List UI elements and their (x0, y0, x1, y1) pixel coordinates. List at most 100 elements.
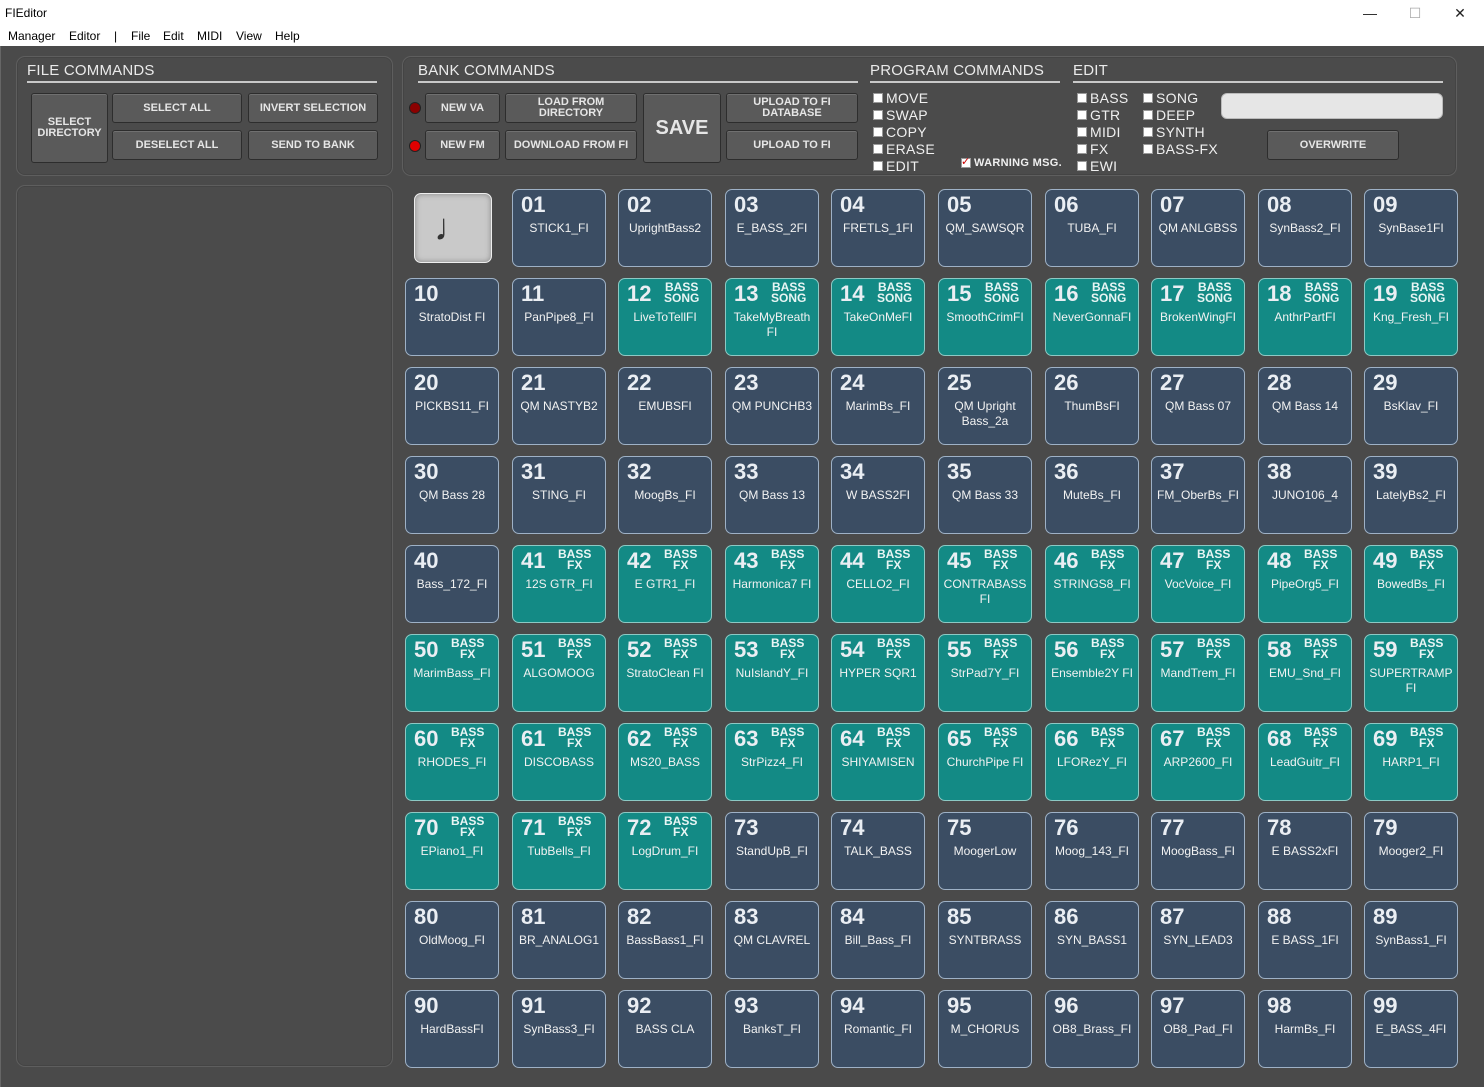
edit-fx-checkbox[interactable]: FX (1077, 141, 1109, 157)
maximize-icon[interactable]: ☐ (1392, 0, 1438, 26)
program-slot-87[interactable]: 87 SYN_LEAD3 (1151, 901, 1245, 979)
program-slot-38[interactable]: 38 JUNO106_4 (1258, 456, 1352, 534)
program-slot-11[interactable]: 11 PanPipe8_FI (512, 278, 606, 356)
new-va-button[interactable]: NEW VA (425, 93, 500, 123)
checkbox-icon[interactable] (1143, 127, 1153, 137)
program-slot-18[interactable]: 18 BASS SONG AnthrPartFI (1258, 278, 1352, 356)
select-all-button[interactable]: SELECT ALL (112, 93, 242, 123)
program-slot-69[interactable]: 69 BASS FX HARP1_FI (1364, 723, 1458, 801)
program-slot-12[interactable]: 12 BASS SONG LiveToTellFI (618, 278, 712, 356)
program-slot-88[interactable]: 88 E BASS_1FI (1258, 901, 1352, 979)
checkbox-icon[interactable] (1143, 93, 1153, 103)
program-slot-23[interactable]: 23 QM PUNCHB3 (725, 367, 819, 445)
program-slot-97[interactable]: 97 OB8_Pad_FI (1151, 990, 1245, 1068)
edit-name-input[interactable] (1221, 93, 1443, 119)
program-slot-13[interactable]: 13 BASS SONG TakeMyBreath FI (725, 278, 819, 356)
program-slot-40[interactable]: 40 Bass_172_FI (405, 545, 499, 623)
upload-to-fi-button[interactable]: UPLOAD TO FI (726, 130, 858, 160)
program-slot-81[interactable]: 81 BR_ANALOG1 (512, 901, 606, 979)
program-slot-39[interactable]: 39 LatelyBs2_FI (1364, 456, 1458, 534)
program-slot-32[interactable]: 32 MoogBs_FI (618, 456, 712, 534)
deselect-all-button[interactable]: DESELECT ALL (112, 130, 242, 160)
checkbox-icon[interactable] (1077, 144, 1087, 154)
checkbox-icon[interactable] (1077, 161, 1087, 171)
program-slot-80[interactable]: 80 OldMoog_FI (405, 901, 499, 979)
program-slot-46[interactable]: 46 BASS FX STRINGS8_FI (1045, 545, 1139, 623)
program-slot-55[interactable]: 55 BASS FX StrPad7Y_FI (938, 634, 1032, 712)
program-edit-checkbox[interactable]: EDIT (873, 158, 919, 174)
program-slot-15[interactable]: 15 BASS SONG SmoothCrimFI (938, 278, 1032, 356)
program-slot-51[interactable]: 51 BASS FX ALGOMOOG (512, 634, 606, 712)
program-slot-84[interactable]: 84 Bill_Bass_FI (831, 901, 925, 979)
program-slot-54[interactable]: 54 BASS FX HYPER SQR1 (831, 634, 925, 712)
checkbox-icon[interactable] (873, 110, 883, 120)
program-slot-47[interactable]: 47 BASS FX VocVoice_FI (1151, 545, 1245, 623)
program-slot-21[interactable]: 21 QM NASTYB2 (512, 367, 606, 445)
program-slot-20[interactable]: 20 PICKBS11_FI (405, 367, 499, 445)
menu-midi[interactable]: MIDI (197, 29, 222, 43)
checkbox-icon[interactable] (1143, 144, 1153, 154)
program-slot-16[interactable]: 16 BASS SONG NeverGonnaFI (1045, 278, 1139, 356)
program-slot-98[interactable]: 98 HarmBs_FI (1258, 990, 1352, 1068)
program-slot-65[interactable]: 65 BASS FX ChurchPipe FI (938, 723, 1032, 801)
program-slot-66[interactable]: 66 BASS FX LFORezY_FI (1045, 723, 1139, 801)
program-slot-90[interactable]: 90 HardBassFI (405, 990, 499, 1068)
warning-check-icon[interactable] (961, 155, 971, 168)
program-slot-17[interactable]: 17 BASS SONG BrokenWingFI (1151, 278, 1245, 356)
program-erase-checkbox[interactable]: ERASE (873, 141, 935, 157)
program-slot-27[interactable]: 27 QM Bass 07 (1151, 367, 1245, 445)
menu-help[interactable]: Help (275, 29, 300, 43)
download-from-fi-button[interactable]: DOWNLOAD FROM FI (505, 130, 637, 160)
program-slot-93[interactable]: 93 BanksT_FI (725, 990, 819, 1068)
checkbox-icon[interactable] (1143, 110, 1153, 120)
program-slot-19[interactable]: 19 BASS SONG Kng_Fresh_FI (1364, 278, 1458, 356)
checkbox-icon[interactable] (1077, 127, 1087, 137)
program-slot-56[interactable]: 56 BASS FX Ensemble2Y FI (1045, 634, 1139, 712)
overwrite-button[interactable]: OVERWRITE (1267, 130, 1399, 160)
checkbox-icon[interactable] (873, 93, 883, 103)
program-slot-76[interactable]: 76 Moog_143_FI (1045, 812, 1139, 890)
load-from-directory-button[interactable]: LOAD FROM DIRECTORY (505, 93, 637, 123)
program-slot-91[interactable]: 91 SynBass3_FI (512, 990, 606, 1068)
program-slot-74[interactable]: 74 TALK_BASS (831, 812, 925, 890)
edit-midi-checkbox[interactable]: MIDI (1077, 124, 1121, 140)
program-slot-09[interactable]: 09 SynBase1FI (1364, 189, 1458, 267)
checkbox-icon[interactable] (1077, 110, 1087, 120)
program-slot-43[interactable]: 43 BASS FX Harmonica7 FI (725, 545, 819, 623)
program-slot-22[interactable]: 22 EMUBSFI (618, 367, 712, 445)
program-slot-67[interactable]: 67 BASS FX ARP2600_FI (1151, 723, 1245, 801)
edit-ewi-checkbox[interactable]: EWI (1077, 158, 1117, 174)
program-slot-79[interactable]: 79 Mooger2_FI (1364, 812, 1458, 890)
program-slot-34[interactable]: 34 W BASS2FI (831, 456, 925, 534)
program-slot-36[interactable]: 36 MuteBs_FI (1045, 456, 1139, 534)
menu-view[interactable]: View (236, 29, 262, 43)
program-slot-94[interactable]: 94 Romantic_FI (831, 990, 925, 1068)
program-slot-77[interactable]: 77 MoogBass_FI (1151, 812, 1245, 890)
program-slot-01[interactable]: 01 STICK1_FI (512, 189, 606, 267)
menu-edit[interactable]: Edit (163, 29, 184, 43)
edit-bass-checkbox[interactable]: BASS (1077, 90, 1129, 106)
new-fm-button[interactable]: NEW FM (425, 130, 500, 160)
program-slot-28[interactable]: 28 QM Bass 14 (1258, 367, 1352, 445)
program-slot-71[interactable]: 71 BASS FX TubBells_FI (512, 812, 606, 890)
program-slot-49[interactable]: 49 BASS FX BowedBs_FI (1364, 545, 1458, 623)
edit-song-checkbox[interactable]: SONG (1143, 90, 1198, 106)
program-slot-02[interactable]: 02 UprightBass2 (618, 189, 712, 267)
program-slot-70[interactable]: 70 BASS FX EPiano1_FI (405, 812, 499, 890)
program-move-checkbox[interactable]: MOVE (873, 90, 928, 106)
program-slot-59[interactable]: 59 BASS FX SUPERTRAMP FI (1364, 634, 1458, 712)
program-slot-10[interactable]: 10 StratoDist FI (405, 278, 499, 356)
file-list-panel[interactable] (16, 185, 393, 1067)
program-slot-14[interactable]: 14 BASS SONG TakeOnMeFI (831, 278, 925, 356)
program-slot-61[interactable]: 61 BASS FX DISCOBASS (512, 723, 606, 801)
checkbox-icon[interactable] (873, 127, 883, 137)
program-slot-29[interactable]: 29 BsKlav_FI (1364, 367, 1458, 445)
upload-to-fi-database-button[interactable]: UPLOAD TO FI DATABASE (726, 93, 858, 123)
program-slot-78[interactable]: 78 E BASS2xFI (1258, 812, 1352, 890)
program-slot-44[interactable]: 44 BASS FX CELLO2_FI (831, 545, 925, 623)
invert-selection-button[interactable]: INVERT SELECTION (248, 93, 378, 123)
program-slot-95[interactable]: 95 M_CHORUS (938, 990, 1032, 1068)
program-slot-04[interactable]: 04 FRETLS_1FI (831, 189, 925, 267)
program-slot-45[interactable]: 45 BASS FX CONTRABASS FI (938, 545, 1032, 623)
checkbox-icon[interactable] (1077, 93, 1087, 103)
